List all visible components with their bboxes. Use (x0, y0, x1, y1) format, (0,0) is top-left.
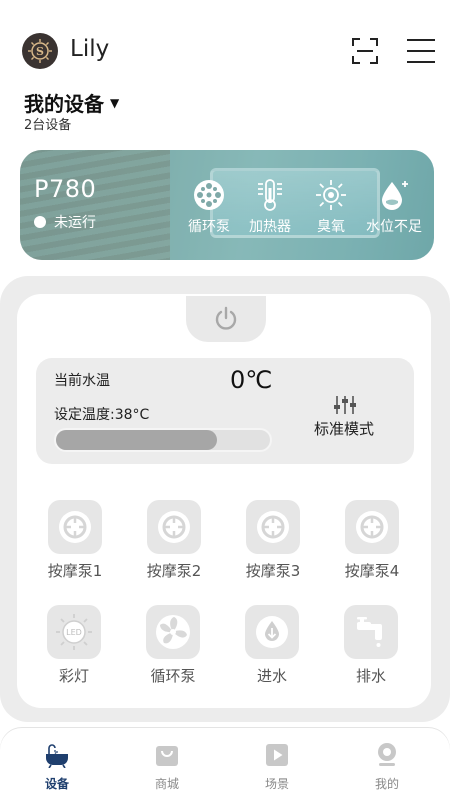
heater-label: 加热器 (249, 219, 291, 235)
massage-pump-icon (59, 511, 91, 543)
device-selector[interactable]: 我的设备 ▼ (24, 88, 119, 117)
led-light-button[interactable]: LED 彩灯 (31, 605, 117, 686)
heater-status: 加热器 (235, 178, 305, 236)
status-dot (34, 216, 46, 228)
water-level-label: 水位不足 (366, 219, 422, 235)
nav-device[interactable]: 设备 (22, 742, 92, 792)
nav-shop-label: 商城 (154, 777, 179, 791)
led-badge: LED (66, 628, 82, 637)
temperature-card: 当前水温 0℃ 设定温度:38°C 标准模式 (36, 358, 414, 464)
play-icon (266, 744, 288, 766)
massage-pump-4-label: 按摩泵4 (344, 562, 400, 580)
drain-icon (357, 617, 382, 647)
run-status: 未运行 (34, 212, 96, 232)
led-light-label: 彩灯 (58, 667, 89, 685)
power-button[interactable] (186, 296, 266, 342)
ozone-icon (316, 180, 346, 210)
nav-profile-label: 我的 (374, 777, 399, 791)
nav-scene-label: 场景 (264, 777, 289, 791)
water-in-button[interactable]: 进水 (229, 605, 315, 686)
set-temp-label: 设定温度:38°C (54, 407, 150, 423)
shopping-bag-icon (156, 746, 178, 766)
header: S Lily (0, 0, 450, 80)
circulation-pump-button[interactable]: 循环泵 (130, 605, 216, 686)
avatar[interactable]: S (22, 33, 58, 69)
heater-icon (258, 179, 282, 211)
sun-logo-icon: S (28, 39, 52, 63)
massage-pump-3-label: 按摩泵3 (245, 562, 301, 580)
massage-pump-3-button[interactable]: 按摩泵3 (230, 500, 316, 581)
circulation-pump-icon (194, 180, 224, 210)
mode-label[interactable]: 标准模式 (314, 418, 374, 439)
water-level-icon (382, 181, 408, 210)
nav-device-label: 设备 (44, 777, 69, 791)
ozone-label: 臭氧 (317, 219, 345, 235)
drain-button[interactable]: 排水 (328, 605, 414, 686)
nav-scene[interactable]: 场景 (242, 742, 312, 792)
run-status-label: 未运行 (54, 215, 96, 231)
fan-icon (156, 615, 190, 649)
nav-profile[interactable]: 我的 (352, 742, 422, 792)
massage-pump-2-button[interactable]: 按摩泵2 (131, 500, 217, 581)
massage-pump-icon (356, 511, 388, 543)
device-title: 我的设备 (24, 92, 104, 116)
current-temp-value: 0℃ (230, 366, 273, 394)
drain-label: 排水 (355, 667, 386, 685)
menu-icon[interactable] (407, 38, 435, 64)
set-temp-slider[interactable] (54, 428, 272, 452)
nav-shop[interactable]: 商城 (132, 742, 202, 792)
massage-pump-1-label: 按摩泵1 (47, 562, 103, 580)
water-in-label: 进水 (256, 667, 287, 685)
current-temp-label: 当前水温 (54, 373, 110, 389)
water-in-icon (256, 616, 288, 648)
water-level-status: 水位不足 (359, 178, 429, 236)
caret-down-icon: ▼ (110, 95, 120, 110)
power-icon (215, 306, 237, 330)
massage-pump-4-button[interactable]: 按摩泵4 (329, 500, 415, 581)
circulation-pump-label: 循环泵 (188, 219, 230, 235)
scan-icon[interactable] (352, 38, 378, 64)
set-temp-fill (56, 430, 217, 450)
device-banner[interactable]: P780 未运行 循环泵 加热器 臭氧 水位不足 (20, 150, 434, 260)
mode-equalizer-icon[interactable] (332, 394, 358, 416)
profile-icon (378, 743, 396, 766)
massage-pump-icon (158, 511, 190, 543)
massage-pump-2-label: 按摩泵2 (146, 562, 202, 580)
circulation-pump-status: 循环泵 (174, 178, 244, 236)
bathtub-icon (46, 744, 68, 769)
massage-pump-1-button[interactable]: 按摩泵1 (32, 500, 118, 581)
ozone-status: 臭氧 (296, 178, 366, 236)
massage-pump-icon (257, 511, 289, 543)
led-light-icon: LED (56, 614, 92, 650)
username: Lily (70, 36, 110, 62)
device-count: 2台设备 (24, 118, 72, 133)
device-model: P780 (34, 175, 97, 203)
svg-text:S: S (36, 45, 44, 58)
circulation-pump-label: 循环泵 (150, 667, 196, 685)
